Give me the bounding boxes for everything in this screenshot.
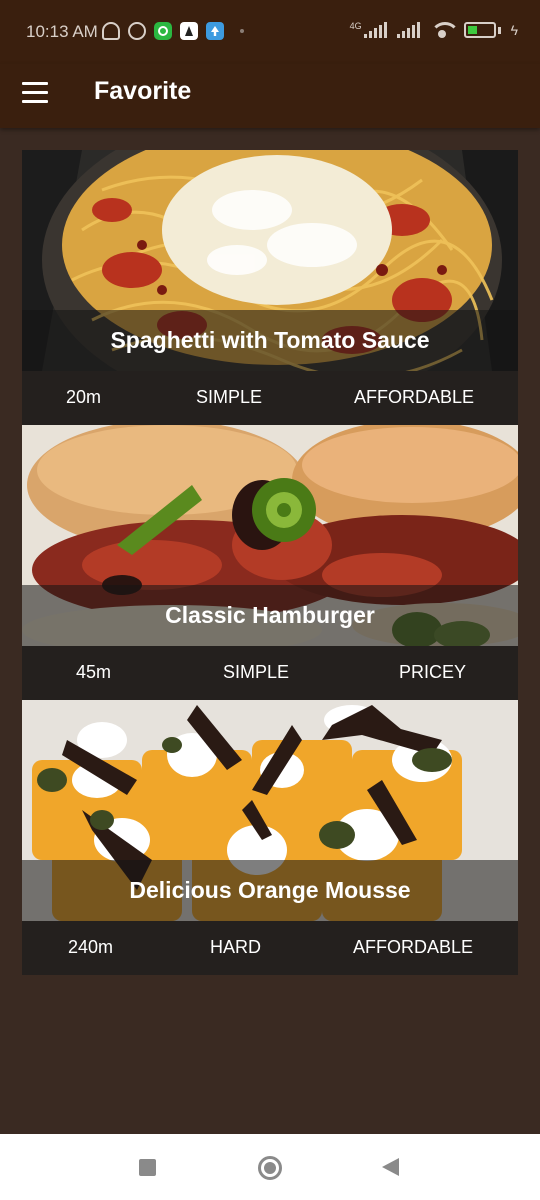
- wifi-icon: [429, 22, 460, 38]
- status-bar: 10:13 AM 4G ϟ: [0, 0, 540, 64]
- notification-icons: [102, 22, 244, 40]
- meal-title: Classic Hamburger: [22, 585, 518, 646]
- charging-icon: ϟ: [510, 22, 518, 38]
- meal-affordability: AFFORDABLE: [353, 937, 474, 957]
- meal-duration: 45m: [76, 662, 112, 682]
- recents-square-icon[interactable]: [139, 1159, 156, 1176]
- favorite-meals-list: Spaghetti with Tomato Sauce 20m SIMPLE A…: [22, 150, 518, 975]
- meal-complexity: SIMPLE: [223, 662, 290, 682]
- alarm-icon: [128, 22, 146, 40]
- battery-tip: [497, 26, 501, 34]
- meal-title: Spaghetti with Tomato Sauce: [22, 310, 518, 371]
- more-dot-icon: [240, 29, 244, 33]
- signal-icon: [363, 22, 387, 38]
- meal-title: Delicious Orange Mousse: [22, 860, 518, 921]
- hamburger-menu-icon[interactable]: [22, 82, 48, 104]
- back-triangle-icon[interactable]: [382, 1158, 399, 1176]
- meal-duration: 240m: [68, 937, 114, 957]
- meal-complexity: HARD: [210, 937, 262, 957]
- meal-affordability: PRICEY: [399, 662, 467, 682]
- meal-card[interactable]: Spaghetti with Tomato Sauce 20m SIMPLE A…: [22, 150, 518, 425]
- app-bar: Favorite: [0, 64, 540, 128]
- status-time: 10:13 AM: [26, 22, 98, 41]
- signal-icon-2: [396, 22, 420, 38]
- page-title: Favorite: [94, 77, 192, 105]
- system-icons: 4G ϟ: [350, 22, 518, 38]
- mute-bell-icon: [102, 22, 120, 40]
- app-icon: [180, 22, 198, 40]
- meal-info-bar: 240m HARD AFFORDABLE: [22, 921, 518, 975]
- system-nav-bar: [0, 1134, 540, 1200]
- battery-fill: [467, 26, 478, 34]
- whatsapp-icon: [154, 22, 172, 40]
- network-type: 4G: [349, 21, 362, 31]
- battery-icon: [463, 22, 496, 38]
- meal-card[interactable]: Classic Hamburger 45m SIMPLE PRICEY: [22, 425, 518, 700]
- upload-icon: [206, 22, 224, 40]
- meal-card[interactable]: Delicious Orange Mousse 240m HARD AFFORD…: [22, 700, 518, 975]
- meal-info-bar: 45m SIMPLE PRICEY: [22, 646, 518, 700]
- home-circle-icon[interactable]: [258, 1156, 282, 1180]
- meal-complexity: SIMPLE: [196, 387, 263, 407]
- meal-affordability: AFFORDABLE: [354, 387, 475, 407]
- meal-info-bar: 20m SIMPLE AFFORDABLE: [22, 371, 518, 425]
- meal-duration: 20m: [66, 387, 102, 407]
